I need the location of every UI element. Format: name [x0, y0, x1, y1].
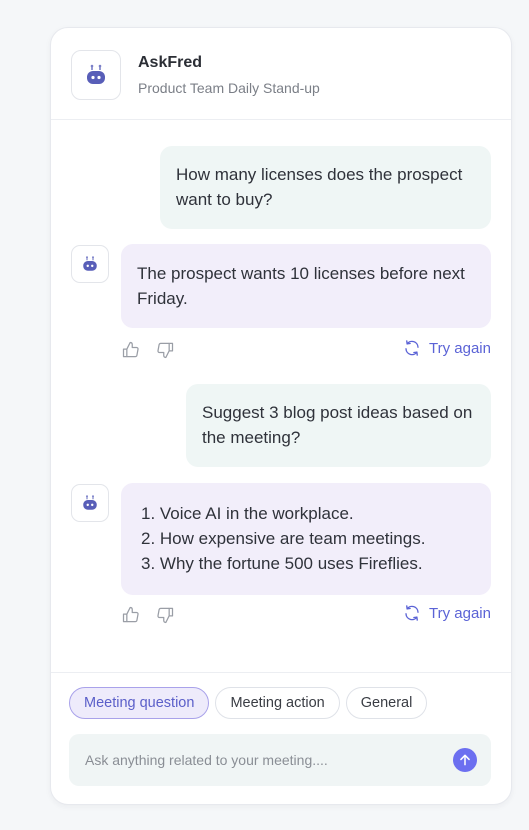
- divider: [51, 672, 511, 673]
- try-again-button[interactable]: Try again: [403, 604, 491, 622]
- assistant-message: 1. Voice AI in the workplace. 2. How exp…: [121, 483, 491, 595]
- try-again-label: Try again: [429, 339, 491, 357]
- chip-general[interactable]: General: [345, 687, 428, 719]
- list-item: 2. How expensive are team meetings.: [141, 529, 426, 548]
- message-reactions: [121, 605, 175, 625]
- send-button[interactable]: [453, 748, 477, 772]
- thumbs-down-icon[interactable]: [155, 605, 175, 625]
- refresh-icon: [405, 340, 419, 356]
- message-text: Suggest 3 blog post ideas based on the m…: [202, 403, 473, 447]
- page-title: AskFred: [138, 54, 203, 71]
- chat-input-container: [69, 734, 491, 786]
- robot-icon: [83, 256, 97, 271]
- user-message: How many licenses does the prospect want…: [160, 146, 491, 229]
- arrow-up-icon: [460, 754, 470, 766]
- chat-input[interactable]: [69, 734, 491, 786]
- assistant-avatar: [71, 245, 109, 283]
- assistant-avatar: [71, 484, 109, 522]
- thumbs-up-icon[interactable]: [121, 340, 141, 360]
- chat-panel: AskFred Product Team Daily Stand-up How …: [50, 27, 512, 805]
- message-text: The prospect wants 10 licenses before ne…: [137, 264, 465, 308]
- message-text: How many licenses does the prospect want…: [176, 165, 463, 209]
- chip-meeting-action[interactable]: Meeting action: [215, 687, 340, 719]
- user-message: Suggest 3 blog post ideas based on the m…: [186, 384, 491, 467]
- robot-icon: [87, 64, 105, 84]
- question-type-chips: Meeting question Meeting action General: [69, 687, 428, 719]
- meeting-name: Product Team Daily Stand-up: [138, 80, 320, 96]
- robot-icon: [83, 495, 97, 510]
- list-item: 1. Voice AI in the workplace.: [141, 504, 354, 523]
- refresh-icon: [405, 605, 419, 621]
- chat-header: AskFred Product Team Daily Stand-up: [51, 28, 511, 120]
- assistant-avatar: [71, 50, 121, 100]
- try-again-button[interactable]: Try again: [403, 339, 491, 357]
- list-item: 3. Why the fortune 500 uses Fireflies.: [141, 554, 423, 573]
- chip-meeting-question[interactable]: Meeting question: [69, 687, 210, 719]
- thumbs-up-icon[interactable]: [121, 605, 141, 625]
- message-reactions: [121, 340, 175, 360]
- assistant-message: The prospect wants 10 licenses before ne…: [121, 244, 491, 328]
- try-again-label: Try again: [429, 604, 491, 622]
- thumbs-down-icon[interactable]: [155, 340, 175, 360]
